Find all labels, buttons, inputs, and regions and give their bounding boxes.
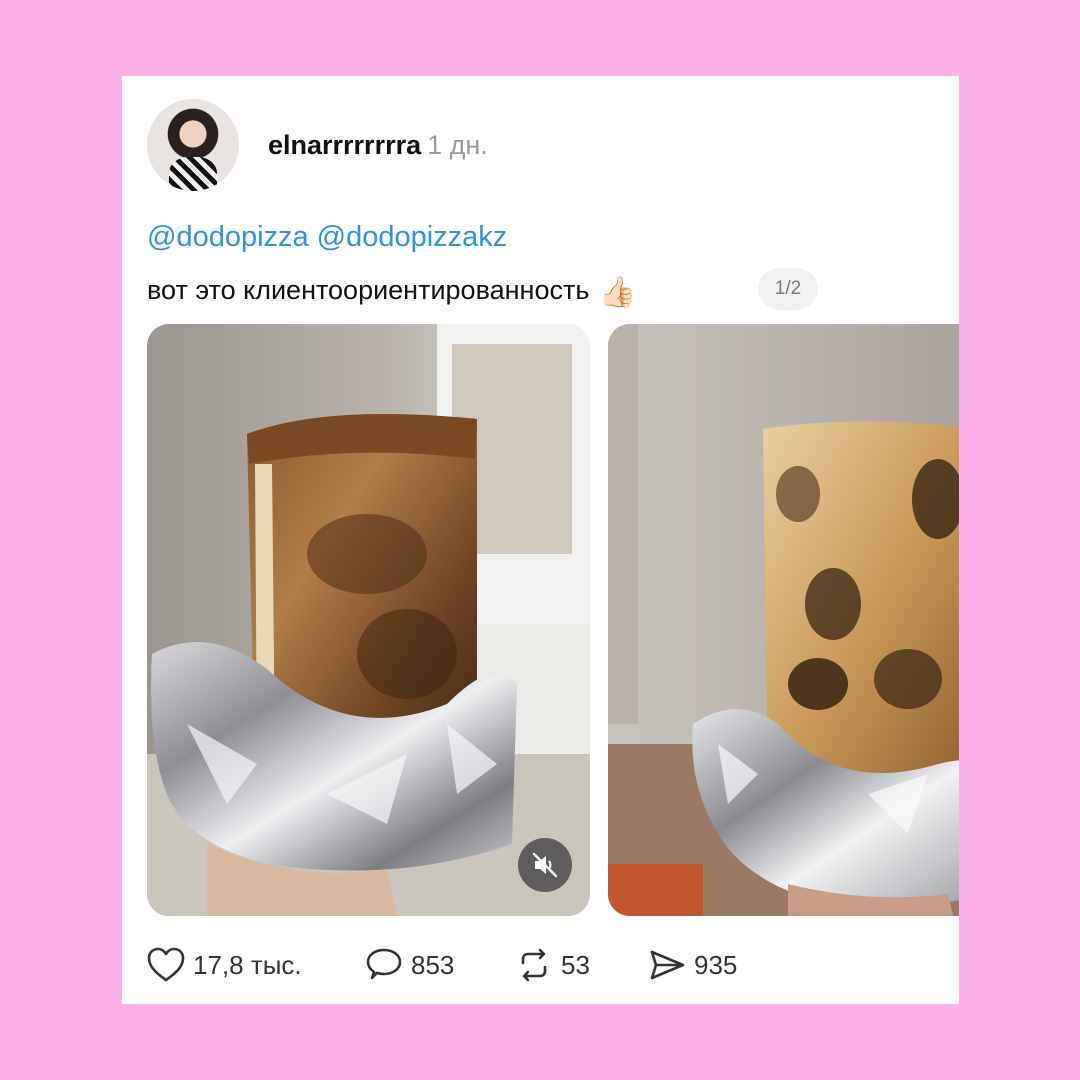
comment-icon (366, 948, 402, 980)
repost-button[interactable]: 53 (515, 947, 648, 983)
likes-count: 17,8 тыс. (193, 949, 302, 980)
shares-count: 935 (694, 949, 738, 980)
like-button[interactable]: 17,8 тыс. (147, 947, 365, 983)
thumbs-up-emoji: 👍🏻 (599, 276, 637, 309)
post-time: 1 дн. (427, 130, 488, 160)
mention-dodopizzakz[interactable]: @dodopizzakz (317, 221, 508, 253)
mention-dodopizza[interactable]: @dodopizza (147, 221, 309, 253)
burnt-pizza-roll-image-1 (147, 324, 590, 916)
media-video-1[interactable] (147, 324, 590, 916)
action-bar: 17,8 тыс. 853 53 935 (147, 943, 737, 987)
avatar[interactable] (147, 99, 239, 191)
mute-button[interactable] (518, 838, 572, 892)
post-header: elnarrrrrrrra 1 дн. (268, 128, 488, 162)
comment-button[interactable]: 853 (365, 947, 515, 983)
heart-icon (147, 947, 185, 982)
carousel-counter: 1/2 (758, 268, 818, 310)
repost-icon (521, 948, 547, 982)
post-caption: вот это клиентоориентированность 👍🏻 (147, 272, 637, 311)
share-button[interactable]: 935 (648, 947, 737, 983)
caption-text: вот это клиентоориентированность (147, 275, 590, 305)
send-icon (650, 950, 685, 980)
media-photo-2[interactable] (608, 324, 959, 916)
mentions: @dodopizza @dodopizzakz (147, 219, 507, 255)
reposts-count: 53 (561, 949, 590, 980)
comments-count: 853 (411, 949, 455, 980)
burnt-pizza-roll-image-2 (608, 324, 959, 916)
speaker-muted-icon (532, 852, 558, 878)
username[interactable]: elnarrrrrrrra (268, 130, 421, 160)
post-card: elnarrrrrrrra 1 дн. @dodopizza @dodopizzak… (122, 76, 959, 1004)
